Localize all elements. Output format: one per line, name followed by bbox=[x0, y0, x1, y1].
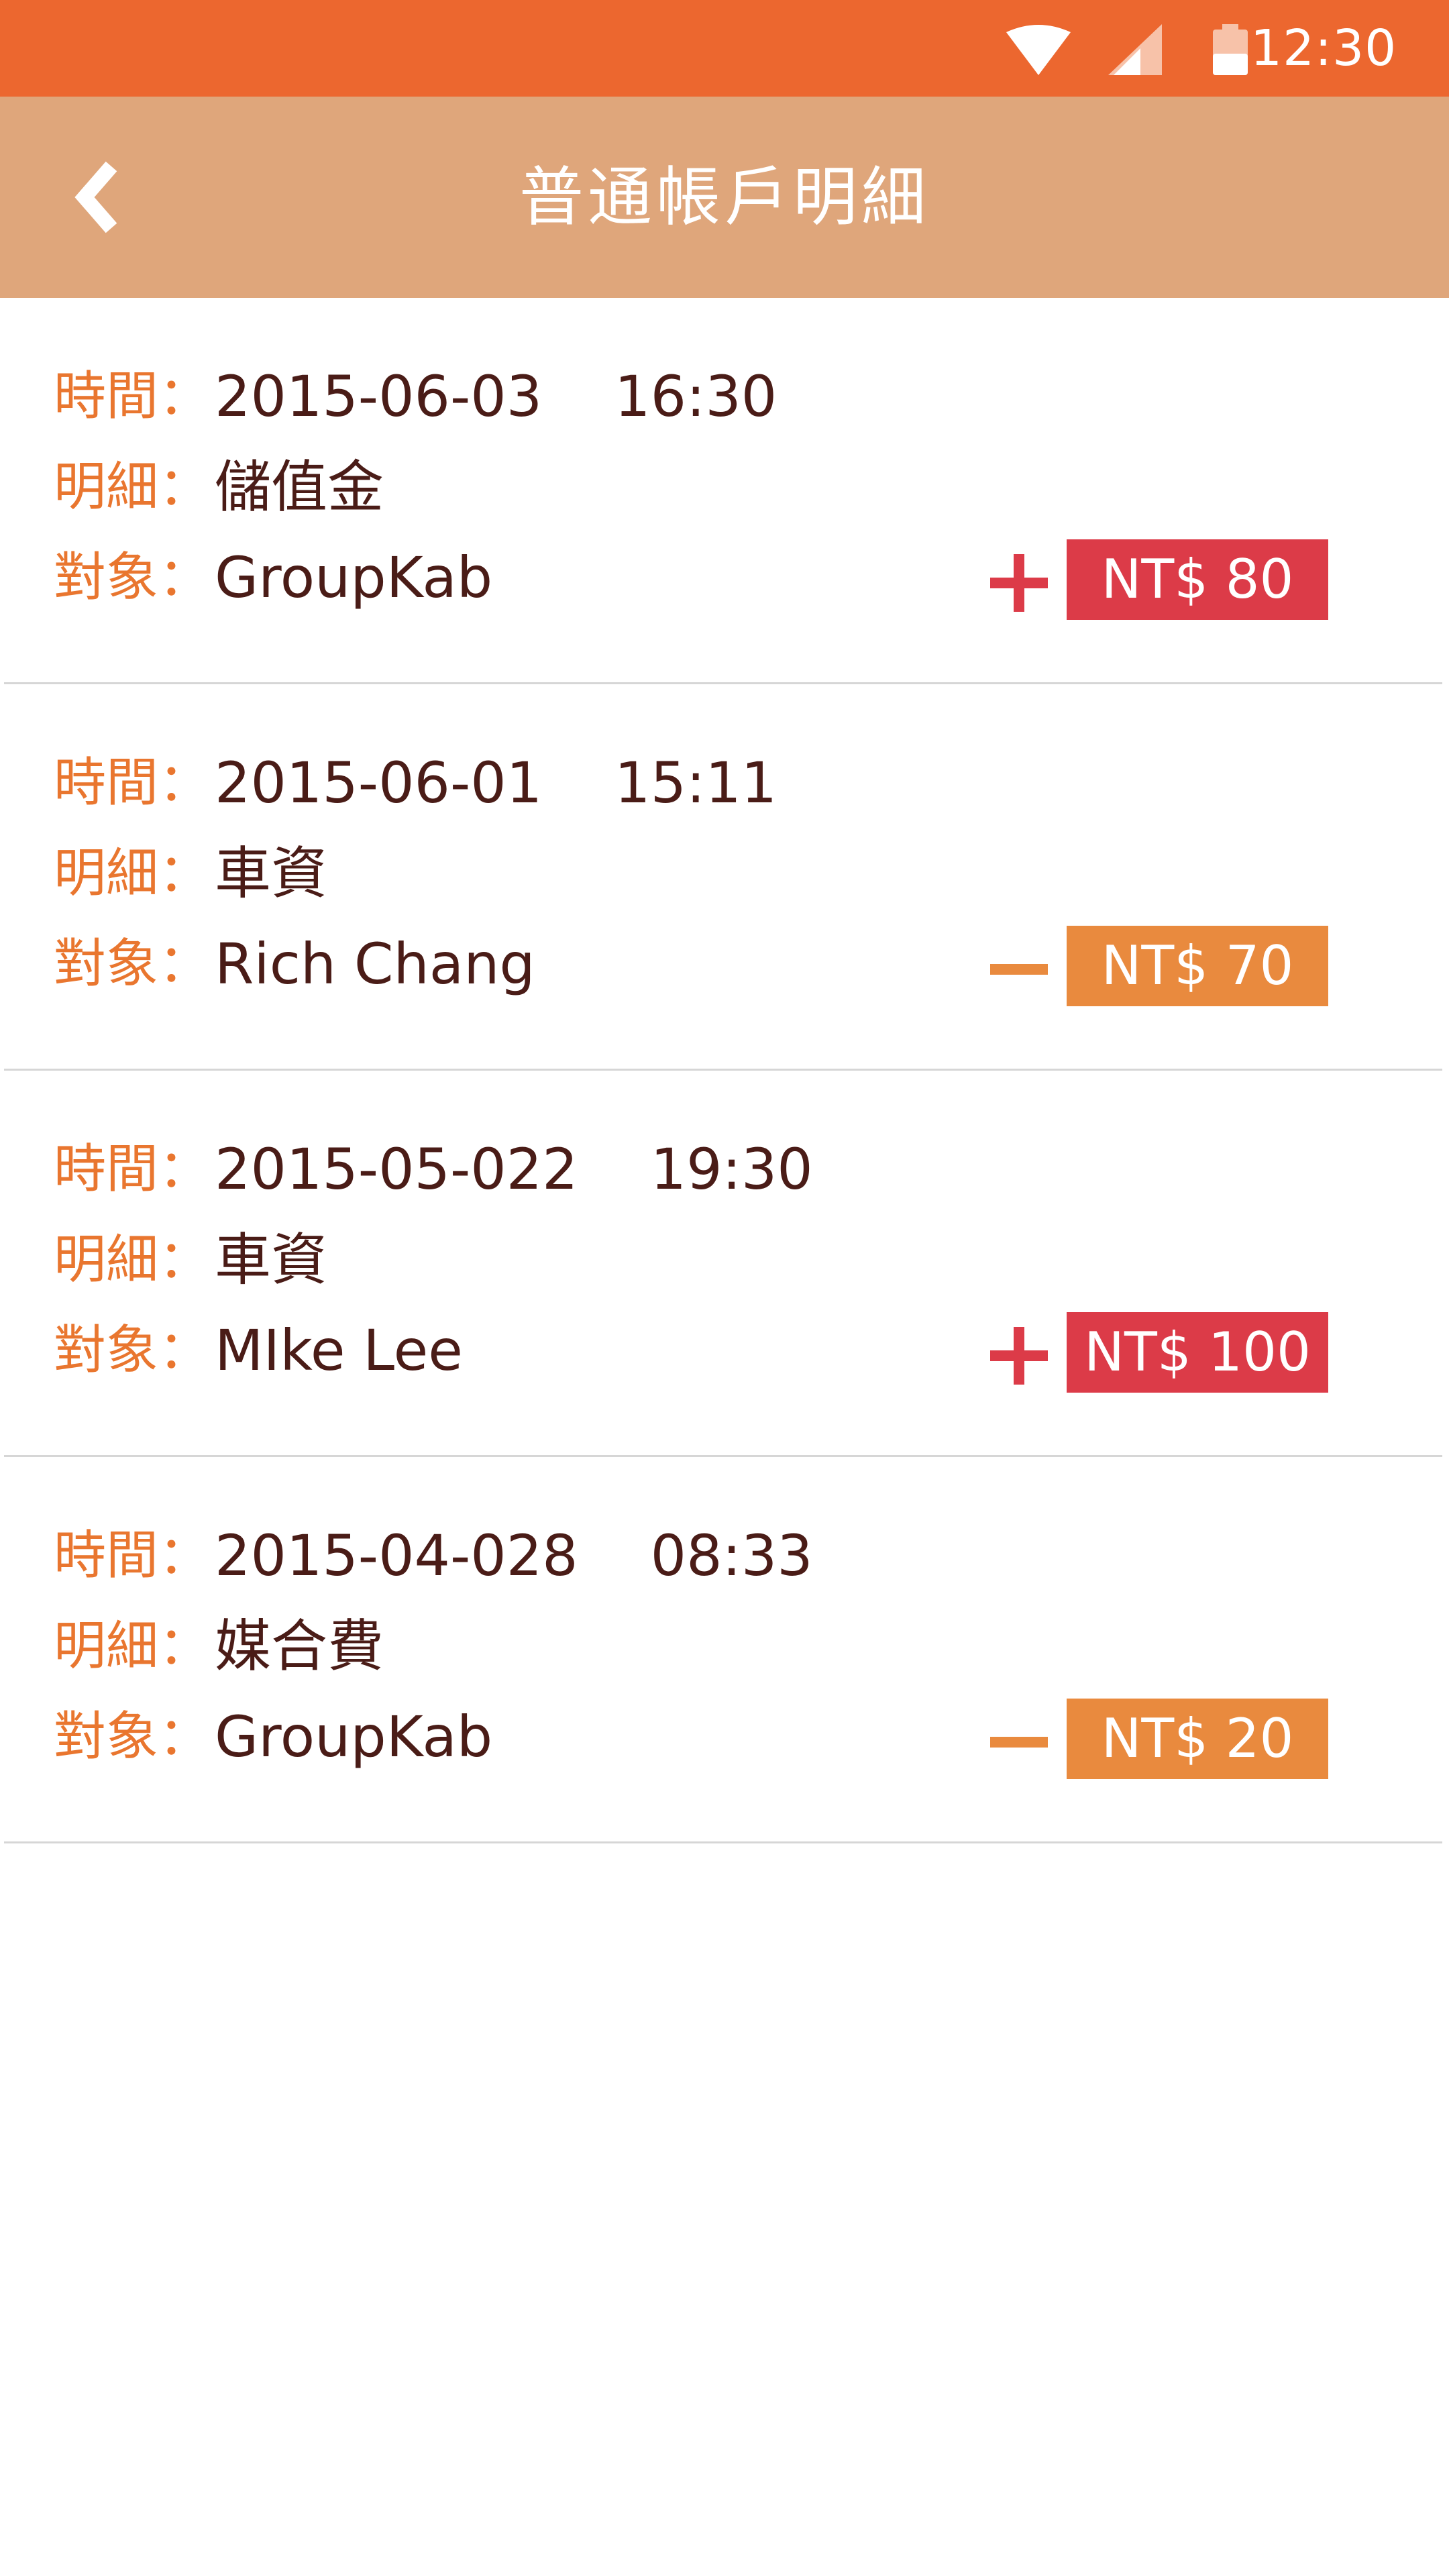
transaction-time: 16:30 bbox=[614, 364, 777, 429]
time-label: 時間： bbox=[54, 366, 211, 427]
transaction-detail: 媒合費 bbox=[215, 1613, 384, 1679]
transaction-counterparty: Rich Chang bbox=[215, 931, 535, 997]
amount-badge: NT$ 70 bbox=[1067, 926, 1328, 1006]
transaction-item[interactable]: 時間：2015-06-03 16:30 明細：儲值金 對象：GroupKab NT… bbox=[0, 298, 1449, 684]
transaction-date: 2015-04-028 bbox=[215, 1523, 578, 1589]
app-header: 普通帳戶明細 bbox=[0, 97, 1449, 298]
minus-icon bbox=[990, 1713, 1048, 1771]
detail-row: 明細：媒合費 bbox=[54, 1609, 384, 1683]
transaction-detail: 儲值金 bbox=[215, 454, 384, 520]
chevron-left-icon bbox=[74, 161, 117, 233]
transaction-item[interactable]: 時間：2015-06-01 15:11 明細：車資 對象：Rich Chang N… bbox=[0, 684, 1449, 1071]
transaction-counterparty: GroupKab bbox=[215, 1704, 493, 1770]
transaction-item[interactable]: 時間：2015-05-022 19:30 明細：車資 對象：MIke Lee NT… bbox=[0, 1071, 1449, 1457]
transaction-time: 08:33 bbox=[650, 1523, 813, 1589]
wifi-icon bbox=[1006, 24, 1071, 75]
time-row: 時間：2015-05-022 19:30 bbox=[54, 1132, 813, 1206]
screen: 12:30 普通帳戶明細 時間：2015-06-03 16:30 明細：儲值金 對… bbox=[0, 0, 1449, 2576]
counterparty-label: 對象： bbox=[54, 547, 211, 608]
time-label: 時間： bbox=[54, 753, 211, 813]
time-label: 時間： bbox=[54, 1139, 211, 1199]
detail-label: 明細： bbox=[54, 1616, 211, 1676]
detail-row: 明細：車資 bbox=[54, 1223, 327, 1297]
detail-label: 明細： bbox=[54, 843, 211, 904]
amount-badge: NT$ 20 bbox=[1067, 1699, 1328, 1779]
transaction-counterparty: MIke Lee bbox=[215, 1318, 463, 1383]
counterparty-row: 對象：GroupKab bbox=[54, 1700, 492, 1774]
battery-icon bbox=[1213, 24, 1248, 75]
transaction-date: 2015-05-022 bbox=[215, 1136, 578, 1202]
status-bar: 12:30 bbox=[0, 0, 1449, 97]
status-time: 12:30 bbox=[1250, 19, 1397, 77]
detail-label: 明細： bbox=[54, 1230, 211, 1290]
counterparty-row: 對象：MIke Lee bbox=[54, 1313, 463, 1387]
divider bbox=[4, 1841, 1442, 1843]
detail-row: 明細：車資 bbox=[54, 837, 327, 910]
back-button[interactable] bbox=[64, 157, 131, 237]
counterparty-label: 對象： bbox=[54, 1707, 211, 1767]
page-title: 普通帳戶明細 bbox=[519, 160, 930, 235]
time-row: 時間：2015-06-01 15:11 bbox=[54, 746, 777, 820]
time-row: 時間：2015-06-03 16:30 bbox=[54, 360, 777, 433]
counterparty-label: 對象： bbox=[54, 1320, 211, 1381]
transaction-detail: 車資 bbox=[215, 841, 328, 906]
plus-icon bbox=[990, 1327, 1048, 1385]
plus-icon bbox=[990, 554, 1048, 612]
counterparty-label: 對象： bbox=[54, 934, 211, 994]
amount-badge: NT$ 100 bbox=[1067, 1312, 1328, 1393]
transaction-counterparty: GroupKab bbox=[215, 545, 493, 610]
signal-icon bbox=[1108, 24, 1162, 75]
time-row: 時間：2015-04-028 08:33 bbox=[54, 1519, 813, 1593]
transaction-time: 19:30 bbox=[650, 1136, 813, 1202]
counterparty-row: 對象：GroupKab bbox=[54, 541, 492, 614]
detail-label: 明細： bbox=[54, 457, 211, 517]
time-label: 時間： bbox=[54, 1525, 211, 1586]
counterparty-row: 對象：Rich Chang bbox=[54, 927, 535, 1001]
amount-badge: NT$ 80 bbox=[1067, 539, 1328, 620]
transaction-item[interactable]: 時間：2015-04-028 08:33 明細：媒合費 對象：GroupKab N… bbox=[0, 1457, 1449, 1843]
minus-icon bbox=[990, 941, 1048, 998]
detail-row: 明細：儲值金 bbox=[54, 450, 384, 524]
transaction-list: 時間：2015-06-03 16:30 明細：儲值金 對象：GroupKab NT… bbox=[0, 298, 1449, 1843]
transaction-date: 2015-06-01 bbox=[215, 750, 543, 816]
transaction-time: 15:11 bbox=[614, 750, 777, 816]
transaction-detail: 車資 bbox=[215, 1227, 328, 1293]
transaction-date: 2015-06-03 bbox=[215, 364, 543, 429]
